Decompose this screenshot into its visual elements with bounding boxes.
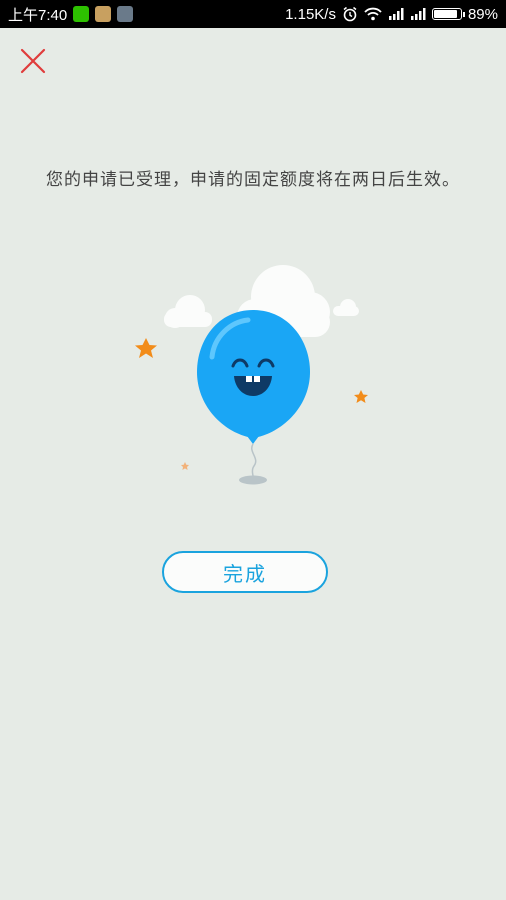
status-bar-left: 上午7:40 [8, 4, 134, 25]
close-icon [20, 48, 46, 74]
signal-icon-2 [410, 8, 426, 20]
status-bar: 上午7:40 1.15K/s 89% [0, 0, 506, 28]
signal-icon [388, 8, 404, 20]
gallery-icon [117, 6, 134, 22]
balloon-illustration [135, 265, 368, 485]
close-button[interactable] [18, 46, 48, 76]
alarm-icon [343, 6, 357, 22]
clock: 上午7:40 [8, 6, 68, 24]
cloud-tiny-icon [333, 299, 359, 316]
done-button[interactable]: 完成 [162, 551, 328, 593]
battery-icon [431, 8, 465, 20]
confirmation-message: 您的申请已受理，申请的固定额度将在两日后生效。 [46, 170, 460, 190]
status-bar-right: 1.15K/s 89% [285, 6, 498, 23]
star-small-icon [354, 390, 368, 403]
network-speed: 1.15K/s [285, 5, 336, 23]
wifi-icon [364, 7, 382, 21]
game-app-icon [95, 6, 112, 22]
cloud-small-icon [164, 295, 212, 328]
star-tiny-icon [181, 462, 189, 470]
wechat-icon [73, 6, 90, 22]
battery-percent: 89% [467, 5, 498, 23]
star-icon [135, 338, 157, 358]
balloon-icon [197, 310, 310, 485]
